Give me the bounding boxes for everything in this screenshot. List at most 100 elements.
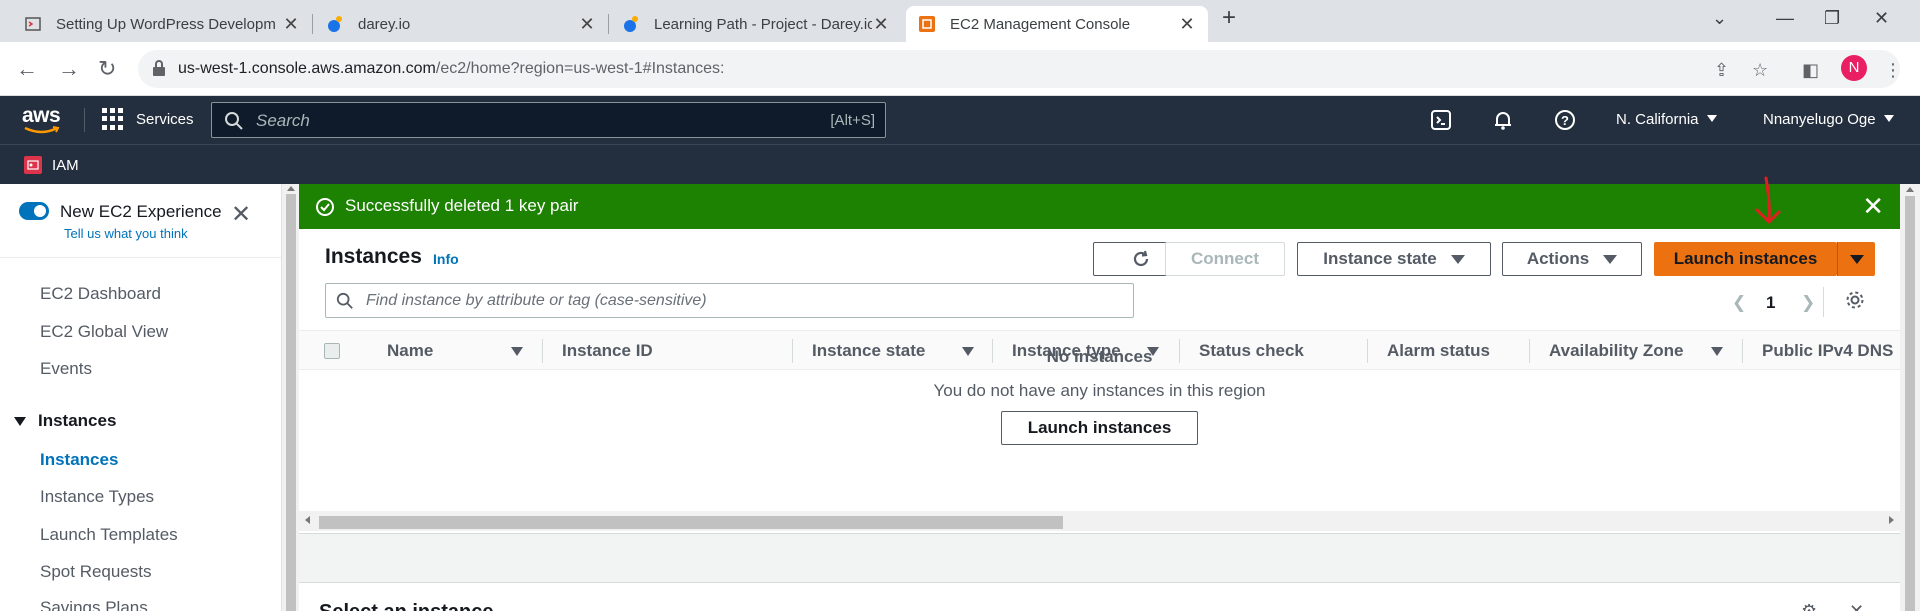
gear-icon[interactable] <box>1844 289 1866 316</box>
feedback-link[interactable]: Tell us what you think <box>64 226 188 241</box>
caret-down-icon <box>14 416 26 426</box>
search-placeholder: Search <box>256 111 310 130</box>
tab-title: EC2 Management Console <box>950 15 1131 33</box>
close-icon[interactable]: ✕ <box>1178 14 1196 35</box>
minimize-icon[interactable]: — <box>1776 8 1794 29</box>
section-label: Instances <box>38 411 117 430</box>
caret-down-icon <box>1706 115 1717 122</box>
launch-instances-button[interactable]: Launch instances <box>1654 242 1837 276</box>
caret-down-icon <box>1849 254 1864 264</box>
empty-launch-instances-button[interactable]: Launch instances <box>1001 411 1198 445</box>
url-field[interactable]: us-west-1.console.aws.amazon.com/ec2/hom… <box>138 50 1900 88</box>
aws-logo[interactable]: aws <box>22 104 62 134</box>
sidebar-item-events[interactable]: Events <box>40 359 92 379</box>
new-experience-label: New EC2 Experience <box>60 202 222 221</box>
red-arrow-annotation-icon <box>1755 176 1781 224</box>
close-icon[interactable]: ✕ <box>282 14 300 35</box>
sidebar-item-savings-plans[interactable]: Savings Plans <box>40 598 148 611</box>
help-icon[interactable]: ? <box>1554 109 1576 136</box>
window-close-icon[interactable]: ✕ <box>1874 8 1889 29</box>
browser-tab-learning-path[interactable]: Learning Path - Project - Darey.io ✕ <box>610 6 902 42</box>
instance-state-dropdown[interactable]: Instance state <box>1297 242 1491 276</box>
next-page-icon[interactable]: ❯ <box>1801 293 1815 313</box>
success-flashbar: Successfully deleted 1 key pair ✕ <box>299 184 1900 229</box>
close-icon[interactable]: ✕ <box>231 200 251 229</box>
svg-text:?: ? <box>1561 113 1569 128</box>
services-grid-icon <box>102 108 124 130</box>
menu-kebab-icon[interactable]: ⋮ <box>1884 60 1902 81</box>
lock-icon <box>152 60 166 81</box>
region-selector[interactable]: N. California <box>1616 111 1717 128</box>
empty-state-message: You do not have any instances in this re… <box>933 381 1266 400</box>
divider <box>1823 287 1824 317</box>
account-menu[interactable]: Nnanyelugo Oge <box>1763 111 1894 128</box>
filter-placeholder: Find instance by attribute or tag (case-… <box>366 292 707 309</box>
tab-separator <box>608 14 609 34</box>
notifications-bell-icon[interactable] <box>1492 109 1514 136</box>
tab-search-chevron-icon[interactable]: ⌄ <box>1712 8 1727 29</box>
darey-favicon-icon <box>622 15 640 33</box>
bookmark-star-icon[interactable]: ☆ <box>1752 60 1768 81</box>
actions-dropdown[interactable]: Actions <box>1502 242 1642 276</box>
aws-smile-icon <box>24 126 60 134</box>
new-tab-icon[interactable]: + <box>1222 4 1236 32</box>
table-horizontal-scrollbar[interactable] <box>299 511 1900 531</box>
address-bar: ← → ↻ us-west-1.console.aws.amazon.com/e… <box>0 42 1920 96</box>
reload-icon[interactable]: ↻ <box>98 56 116 82</box>
launch-options-dropdown[interactable] <box>1837 242 1875 276</box>
instance-filter-input[interactable]: Find instance by attribute or tag (case-… <box>325 283 1134 318</box>
profile-avatar[interactable]: N <box>1841 55 1867 81</box>
back-icon[interactable]: ← <box>16 56 38 82</box>
close-icon[interactable]: ✕ <box>872 14 890 35</box>
caret-down-icon <box>1883 115 1894 122</box>
dropdown-label: Actions <box>1526 249 1590 268</box>
browser-tab-strip: Setting Up WordPress Developm ✕ darey.io… <box>0 0 1920 42</box>
prev-page-icon[interactable]: ❮ <box>1732 293 1746 313</box>
sidebar-item-spot-requests[interactable]: Spot Requests <box>40 562 152 582</box>
page-scrollbar[interactable] <box>1900 184 1920 611</box>
close-icon[interactable]: ✕ <box>1849 601 1864 611</box>
sidebar-scrollbar[interactable] <box>281 184 299 611</box>
split-panel-title: Select an instance <box>319 601 494 611</box>
cloudshell-icon[interactable] <box>1430 109 1452 136</box>
sidebar-item-ec2-global-view[interactable]: EC2 Global View <box>40 322 168 342</box>
url-host: us-west-1.console.aws.amazon.com <box>178 60 436 77</box>
new-experience-toggle[interactable] <box>19 202 49 220</box>
sidebar-item-instances[interactable]: Instances <box>40 450 118 470</box>
close-icon[interactable]: ✕ <box>578 14 596 35</box>
side-panel-icon[interactable]: ◧ <box>1802 60 1819 81</box>
favorites-bar: IAM <box>0 144 1920 184</box>
aws-top-nav: aws Services Search [Alt+S] ? N. Califor… <box>0 96 1920 144</box>
iam-service-icon <box>24 156 42 174</box>
sidebar-section-instances[interactable]: Instances <box>14 411 116 431</box>
restore-icon[interactable]: ❐ <box>1824 8 1840 29</box>
browser-tab-darey[interactable]: darey.io ✕ <box>314 6 608 42</box>
services-menu[interactable]: Services <box>102 108 194 130</box>
share-icon[interactable]: ⇪ <box>1714 60 1729 81</box>
search-input[interactable]: Search [Alt+S] <box>211 102 886 138</box>
tab-title: Learning Path - Project - Darey.io <box>654 15 872 33</box>
sidebar-item-launch-templates[interactable]: Launch Templates <box>40 525 178 545</box>
success-check-icon <box>315 197 335 222</box>
connect-button[interactable]: Connect <box>1165 242 1285 276</box>
aws-favicon-icon <box>918 15 936 33</box>
flash-message: Successfully deleted 1 key pair <box>345 196 579 215</box>
sidebar-item-ec2-dashboard[interactable]: EC2 Dashboard <box>40 284 161 304</box>
browser-tab-wordpress[interactable]: Setting Up WordPress Developm ✕ <box>12 6 312 42</box>
close-icon[interactable]: ✕ <box>1862 191 1884 222</box>
info-link[interactable]: Info <box>433 251 459 267</box>
forward-icon[interactable]: → <box>58 56 80 82</box>
aws-logo-text: aws <box>22 104 61 127</box>
page-number[interactable]: 1 <box>1766 293 1775 313</box>
sidebar: New EC2 Experience Tell us what you thin… <box>0 184 281 611</box>
refresh-icon <box>1133 250 1149 267</box>
divider <box>0 257 281 258</box>
sidebar-item-instance-types[interactable]: Instance Types <box>40 487 154 507</box>
gear-icon[interactable]: ⚙ <box>1801 601 1817 611</box>
darey-favicon-icon <box>326 15 344 33</box>
caret-down-icon <box>1450 254 1465 264</box>
favorite-iam[interactable]: IAM <box>24 156 79 174</box>
search-icon <box>336 292 354 315</box>
browser-tab-ec2[interactable]: EC2 Management Console ✕ <box>906 6 1208 42</box>
url-path: /ec2/home?region=us-west-1#Instances: <box>435 60 725 77</box>
